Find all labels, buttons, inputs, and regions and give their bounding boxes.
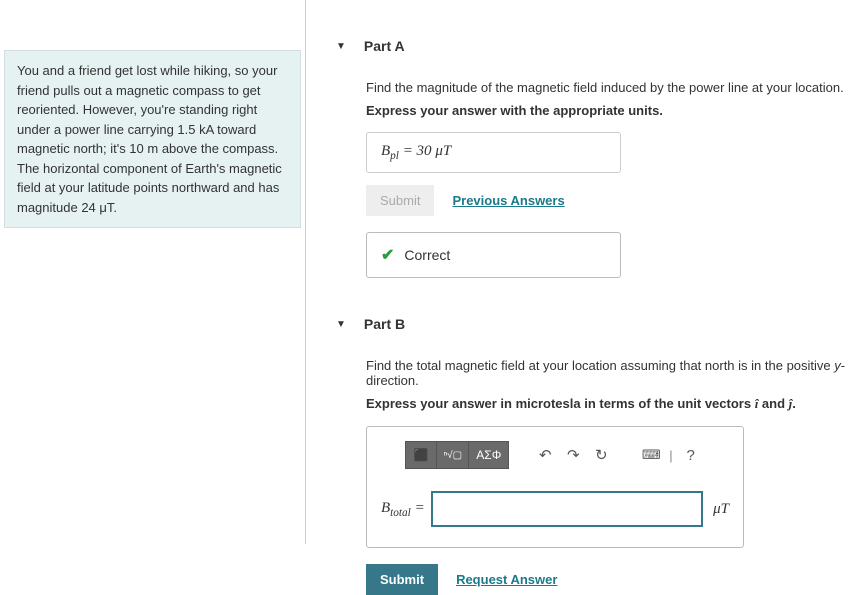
toolbar-separator: | — [669, 448, 672, 463]
part-a-answer-box: Bpl = 30 μT — [366, 132, 621, 173]
correct-label: Correct — [404, 247, 450, 263]
main-content: ▼ Part A Find the magnitude of the magne… — [306, 0, 856, 544]
part-a-title: Part A — [364, 38, 405, 54]
part-a-prompt: Find the magnitude of the magnetic field… — [366, 80, 856, 95]
checkmark-icon: ✔ — [381, 245, 394, 265]
unit-label: μT — [713, 501, 729, 518]
answer-input-panel: ⬛ ⁿ√▢ ΑΣΦ ↶ ↷ ↻ ⌨ | ? Btota — [366, 426, 744, 548]
collapse-icon: ▼ — [336, 41, 346, 52]
collapse-icon: ▼ — [336, 319, 346, 330]
part-b: ▼ Part B Find the total magnetic field a… — [336, 308, 856, 595]
part-b-title: Part B — [364, 316, 405, 332]
part-a-answer-text: Bpl = 30 μT — [381, 143, 451, 159]
variable-label: Btotal = — [381, 500, 425, 519]
keyboard-icon[interactable]: ⌨ — [637, 442, 665, 468]
undo-icon[interactable]: ↶ — [531, 442, 559, 468]
part-a-instruction: Express your answer with the appropriate… — [366, 103, 856, 118]
equation-toolbar: ⬛ ⁿ√▢ ΑΣΦ ↶ ↷ ↻ ⌨ | ? — [367, 441, 743, 469]
answer-input[interactable] — [431, 491, 703, 527]
greek-icon[interactable]: ΑΣΦ — [469, 441, 509, 469]
problem-statement: You and a friend get lost while hiking, … — [4, 50, 301, 228]
templates-icon[interactable]: ⬛ — [405, 441, 437, 469]
previous-answers-link[interactable]: Previous Answers — [452, 193, 564, 208]
part-a-header[interactable]: ▼ Part A — [336, 30, 856, 62]
request-answer-link[interactable]: Request Answer — [456, 572, 557, 587]
sidebar: You and a friend get lost while hiking, … — [0, 0, 305, 544]
reset-icon[interactable]: ↻ — [587, 442, 615, 468]
redo-icon[interactable]: ↷ — [559, 442, 587, 468]
part-b-instruction: Express your answer in microtesla in ter… — [366, 396, 856, 412]
part-b-header[interactable]: ▼ Part B — [336, 308, 856, 340]
part-b-prompt: Find the total magnetic field at your lo… — [366, 358, 856, 388]
part-a: ▼ Part A Find the magnitude of the magne… — [336, 30, 856, 278]
help-icon[interactable]: ? — [677, 442, 705, 468]
submit-button-b[interactable]: Submit — [366, 564, 438, 595]
correct-feedback: ✔ Correct — [366, 232, 621, 278]
submit-button-a: Submit — [366, 185, 434, 216]
root-icon[interactable]: ⁿ√▢ — [437, 441, 469, 469]
